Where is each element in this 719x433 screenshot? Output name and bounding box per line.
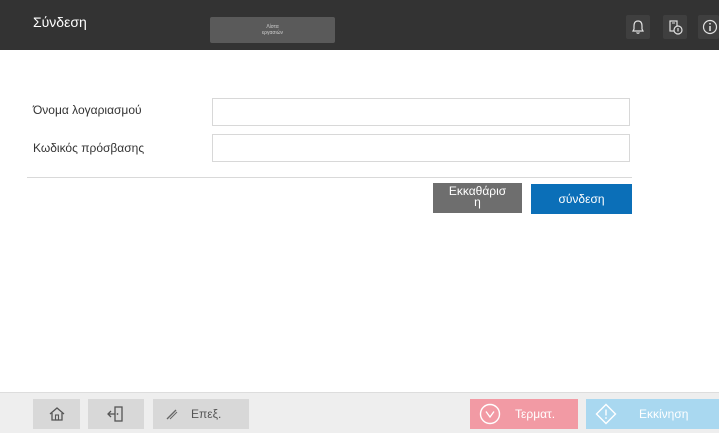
edit-label: Επεξ. bbox=[191, 407, 222, 421]
stop-label: Τερματ. bbox=[515, 407, 556, 421]
home-icon bbox=[49, 407, 65, 421]
form-divider bbox=[27, 177, 632, 178]
page-title: Σύνδεση bbox=[33, 14, 87, 30]
logout-icon bbox=[107, 406, 123, 422]
password-field[interactable] bbox=[212, 134, 630, 162]
clear-button[interactable]: Εκκαθάρισ η bbox=[433, 183, 522, 213]
job-list-label-line2: εργασιών bbox=[261, 30, 284, 36]
home-button[interactable] bbox=[33, 399, 80, 429]
edit-button[interactable]: Επεξ. bbox=[153, 399, 249, 429]
stop-icon bbox=[479, 403, 501, 425]
start-icon bbox=[595, 403, 617, 425]
info-button[interactable] bbox=[698, 15, 719, 39]
pencil-icon bbox=[166, 409, 178, 420]
usb-device-button[interactable] bbox=[663, 15, 687, 39]
notifications-button[interactable] bbox=[626, 15, 650, 39]
bell-icon bbox=[632, 20, 644, 34]
info-icon bbox=[702, 19, 718, 35]
username-field[interactable] bbox=[212, 98, 630, 126]
usb-device-icon bbox=[669, 20, 683, 35]
username-label: Όνομα λογαριασμού bbox=[33, 103, 142, 117]
login-button[interactable]: σύνδεση bbox=[531, 184, 632, 214]
start-label: Εκκίνηση bbox=[639, 407, 689, 421]
top-bar bbox=[0, 0, 719, 50]
stop-button[interactable]: Τερματ. bbox=[470, 399, 578, 429]
start-button[interactable]: Εκκίνηση bbox=[586, 399, 719, 429]
logout-button[interactable] bbox=[88, 399, 144, 429]
password-label: Κωδικός πρόσβασης bbox=[33, 141, 145, 155]
clear-label-line2: η bbox=[474, 195, 481, 209]
job-list-button[interactable]: Λίστα εργασιών bbox=[210, 17, 335, 43]
